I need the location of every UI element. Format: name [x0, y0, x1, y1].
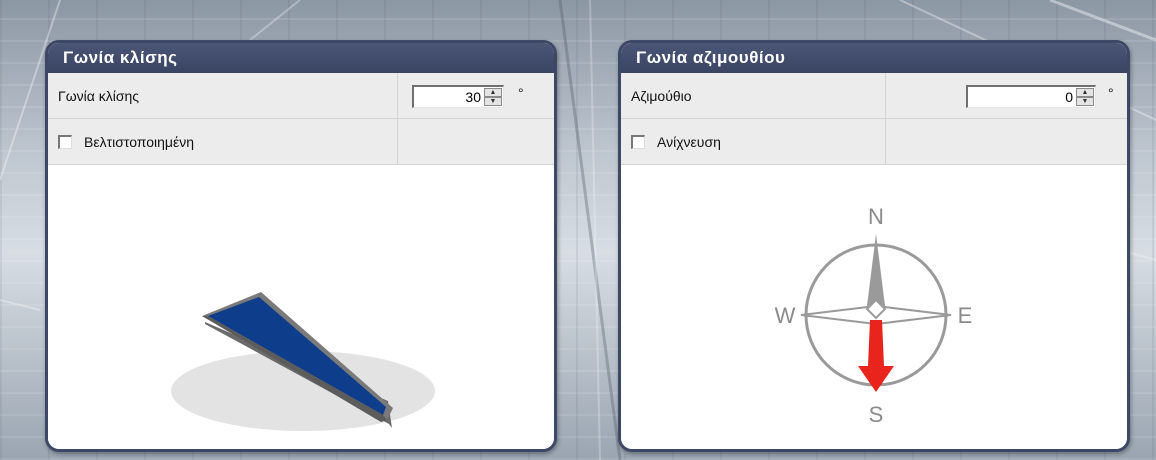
tilt-angle-value-cell: 30 ▲ ▼ °: [398, 73, 554, 118]
tilt-angle-label: Γωνία κλίσης: [48, 73, 398, 118]
azimuth-row: Αζιμούθιο 0 ▲ ▼ °: [621, 73, 1127, 119]
azimuth-label: Αζιμούθιο: [621, 73, 886, 118]
azimuth-spin-down-button[interactable]: ▼: [1076, 97, 1094, 106]
tracking-row: Ανίχνευση: [621, 119, 1127, 165]
chevron-down-icon: ▼: [1081, 98, 1089, 105]
azimuth-degree-unit: °: [1108, 85, 1114, 101]
tilt-spin-down-button[interactable]: ▼: [484, 97, 502, 106]
compass-west-letter: W: [775, 303, 796, 328]
compass-east-letter: E: [958, 303, 973, 328]
tilt-illustration: [48, 166, 554, 449]
compass-south-letter: S: [869, 402, 884, 427]
compass-south-arrow: [858, 320, 894, 392]
optimized-row: Βελτιστοποιημένη: [48, 119, 554, 165]
chevron-down-icon: ▼: [489, 98, 497, 105]
azimuth-angle-panel: Γωνία αζιμουθίου Αζιμούθιο 0 ▲ ▼ ° Ανίχν…: [618, 40, 1130, 452]
azimuth-panel-title: Γωνία αζιμουθίου: [621, 43, 1127, 73]
tilt-spin-up-button[interactable]: ▲: [484, 88, 502, 97]
optimized-checkbox-label[interactable]: Βελτιστοποιημένη: [48, 119, 398, 164]
tilted-solar-panel-icon: [171, 292, 435, 431]
tracking-checkbox-label[interactable]: Ανίχνευση: [621, 119, 886, 164]
tilt-angle-spinbox[interactable]: 30 ▲ ▼: [412, 85, 504, 108]
compass-illustration: N S E W: [621, 166, 1127, 449]
tilt-degree-unit: °: [518, 85, 524, 101]
tilt-angle-row: Γωνία κλίσης 30 ▲ ▼ °: [48, 73, 554, 119]
optimized-empty-cell: [398, 119, 554, 164]
azimuth-spinbox[interactable]: 0 ▲ ▼: [966, 85, 1096, 108]
chevron-up-icon: ▲: [1081, 89, 1089, 96]
azimuth-input[interactable]: 0: [1065, 88, 1073, 106]
tilt-angle-input[interactable]: 30: [465, 88, 481, 106]
compass-icon: N S E W: [775, 204, 973, 427]
azimuth-spin-up-button[interactable]: ▲: [1076, 88, 1094, 97]
tracking-empty-cell: [886, 119, 1127, 164]
chevron-up-icon: ▲: [489, 89, 497, 96]
tilt-angle-panel: Γωνία κλίσης Γωνία κλίσης 30 ▲ ▼ ° Βελτι…: [45, 40, 557, 452]
optimized-checkbox[interactable]: [58, 134, 72, 149]
azimuth-value-cell: 0 ▲ ▼ °: [886, 73, 1127, 118]
azimuth-spin-buttons: ▲ ▼: [1076, 88, 1094, 106]
tracking-checkbox[interactable]: [631, 134, 645, 149]
compass-north-letter: N: [868, 204, 884, 229]
tilt-spin-buttons: ▲ ▼: [484, 88, 502, 106]
optimized-label: Βελτιστοποιημένη: [84, 133, 195, 150]
tilt-panel-title: Γωνία κλίσης: [48, 43, 554, 73]
tracking-label: Ανίχνευση: [657, 133, 721, 150]
